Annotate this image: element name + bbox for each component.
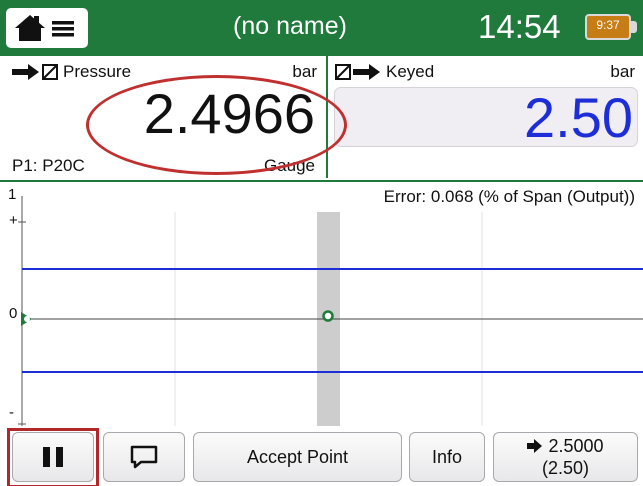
module-label: P1: P20C <box>12 156 85 175</box>
battery-time: 9:37 <box>596 18 620 32</box>
status-header: (no name) 14:54 9:37 <box>0 0 643 56</box>
clock: 14:54 <box>478 8 561 45</box>
generate-panel[interactable]: Keyed bar 2.50 <box>329 56 643 180</box>
measure-unit: bar <box>292 62 317 81</box>
highlight-ellipse <box>86 75 347 175</box>
measure-arrow-icon <box>12 64 58 80</box>
menu-icon <box>52 21 74 37</box>
measure-function: Pressure <box>12 62 131 82</box>
comment-button[interactable] <box>103 432 185 482</box>
accept-point-button[interactable]: Accept Point <box>193 432 402 482</box>
generate-unit: bar <box>610 62 635 81</box>
y-axis-max: 1 <box>8 186 17 203</box>
y-axis-zero: 0 <box>9 305 18 322</box>
send-setpoint-button[interactable]: 2.5000 (2.50) <box>493 432 638 482</box>
keyed-arrow-icon <box>335 64 380 80</box>
home-icon <box>15 15 74 41</box>
battery-indicator[interactable]: 9:37 <box>585 14 637 40</box>
pause-icon <box>43 447 63 467</box>
error-graph[interactable]: 1 + 0 - Error: 0.068 (% of Span (Output)… <box>0 182 643 426</box>
keyed-value: 2.50 <box>524 86 633 149</box>
y-axis-minus: - <box>9 404 14 421</box>
keyed-value-field[interactable]: 2.50 <box>334 87 638 147</box>
info-button[interactable]: Info <box>409 432 485 482</box>
error-point <box>322 310 334 322</box>
measure-function-label: Pressure <box>63 62 132 81</box>
y-axis-plus: + <box>9 212 18 229</box>
setpoint-keyed-value: (2.50) <box>541 458 590 478</box>
error-plot <box>18 196 643 426</box>
document-title: (no name) <box>233 12 347 40</box>
arrow-right-icon <box>527 439 543 453</box>
comment-icon <box>130 445 158 469</box>
setpoint-value: 2.5000 <box>548 436 604 456</box>
pause-button[interactable] <box>12 432 94 482</box>
home-menu-button[interactable] <box>6 8 88 48</box>
generate-function: Keyed <box>335 62 434 82</box>
generate-function-label: Keyed <box>386 62 435 81</box>
error-readout: Error: 0.068 (% of Span (Output)) <box>383 187 635 206</box>
